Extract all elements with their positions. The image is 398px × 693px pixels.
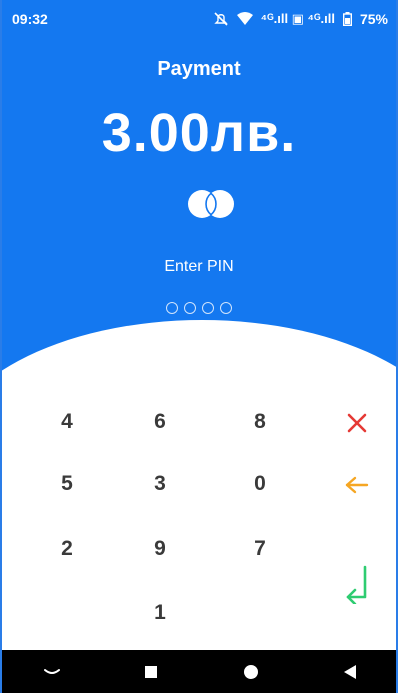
pin-dot (184, 302, 196, 314)
collapse-button[interactable] (22, 650, 82, 693)
enter-return-icon (346, 565, 367, 604)
home-circle-icon (243, 664, 258, 679)
key-7[interactable]: 7 (220, 524, 300, 574)
key-5[interactable]: 5 (27, 459, 107, 509)
key-1[interactable]: 1 (120, 588, 200, 638)
page-title: Payment (157, 58, 241, 80)
recents-square-icon (145, 665, 158, 678)
key-3[interactable]: 3 (120, 459, 200, 509)
status-time: 09:32 (12, 11, 48, 27)
pin-indicator (2, 302, 396, 314)
battery-icon (342, 12, 352, 26)
key-8[interactable]: 8 (220, 397, 300, 447)
key-9[interactable]: 9 (120, 524, 200, 574)
battery-percent: 75% (359, 11, 388, 27)
pin-dot (202, 302, 214, 314)
payment-screen: 09:32 ⁴ᴳ.ıll ▣ ⁴ᴳ.ıll 75% Payment 3.00лв… (0, 0, 398, 693)
mute-icon (213, 12, 228, 26)
key-0[interactable]: 0 (220, 459, 300, 509)
enter-button[interactable] (337, 560, 377, 608)
key-4[interactable]: 4 (27, 397, 107, 447)
card-circles-icon (188, 190, 234, 218)
pin-dot (166, 302, 178, 314)
status-bar: 09:32 ⁴ᴳ.ıll ▣ ⁴ᴳ.ıll 75% (2, 0, 396, 38)
status-icons: ⁴ᴳ.ıll ▣ ⁴ᴳ.ıll 75% (213, 11, 388, 27)
recents-button[interactable] (121, 650, 181, 693)
back-triangle-icon (344, 664, 357, 679)
signal-icon: ⁴ᴳ.ıll ▣ ⁴ᴳ.ıll (260, 11, 335, 26)
enter-pin-label: Enter PIN (164, 258, 234, 275)
system-nav-bar (2, 650, 396, 693)
wifi-icon (236, 12, 253, 25)
home-button[interactable] (221, 650, 281, 693)
payment-amount: 3.00лв. (101, 103, 297, 163)
collapse-icon (43, 668, 60, 674)
back-button[interactable] (320, 650, 380, 693)
backspace-button[interactable] (337, 467, 377, 503)
pin-dot (220, 302, 232, 314)
cancel-button[interactable] (337, 405, 377, 441)
backspace-arrow-icon (345, 476, 369, 494)
key-2[interactable]: 2 (27, 524, 107, 574)
key-6[interactable]: 6 (120, 397, 200, 447)
cancel-x-icon (347, 413, 367, 433)
